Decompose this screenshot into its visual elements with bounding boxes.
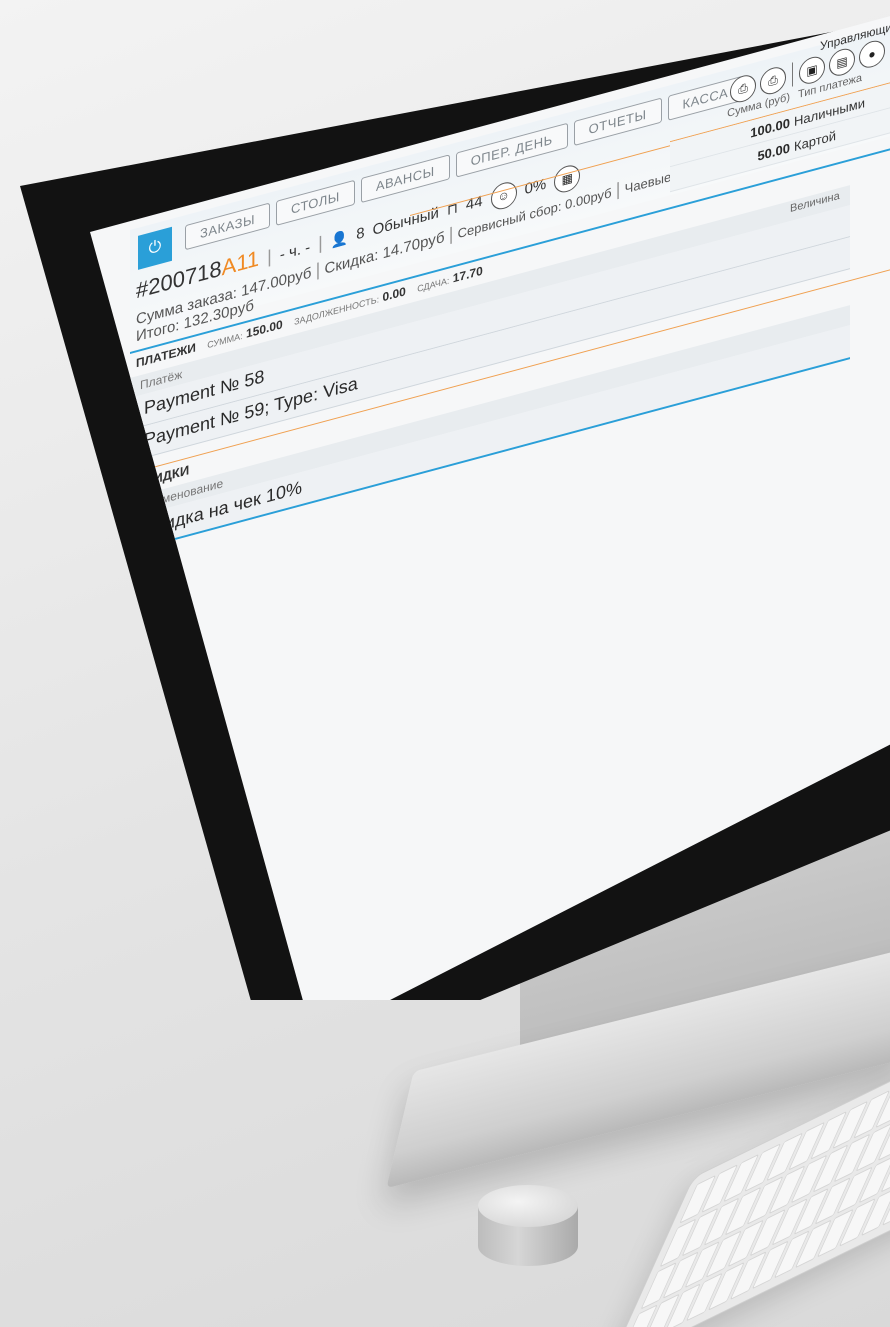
guests-count: 8 [356,224,365,244]
surface-dial [478,1185,578,1285]
order-time: - ч. - [279,238,311,264]
monitor: ⏻ ЗАКАЗЫ СТОЛЫ АВАНСЫ ОПЕР. ДЕНЬ ОТЧЕТЫ … [20,0,890,1000]
power-icon: ⏻ [148,237,162,258]
scene: ⏻ ЗАКАЗЫ СТОЛЫ АВАНСЫ ОПЕР. ДЕНЬ ОТЧЕТЫ … [0,0,890,1327]
debt-value: 0.00 [382,284,406,305]
payments-sum-label: СУММА: [207,330,243,351]
change-label: СДАЧА: [417,275,450,295]
guests-icon: 👤 [330,228,349,250]
change-value: 17.70 [452,263,483,286]
